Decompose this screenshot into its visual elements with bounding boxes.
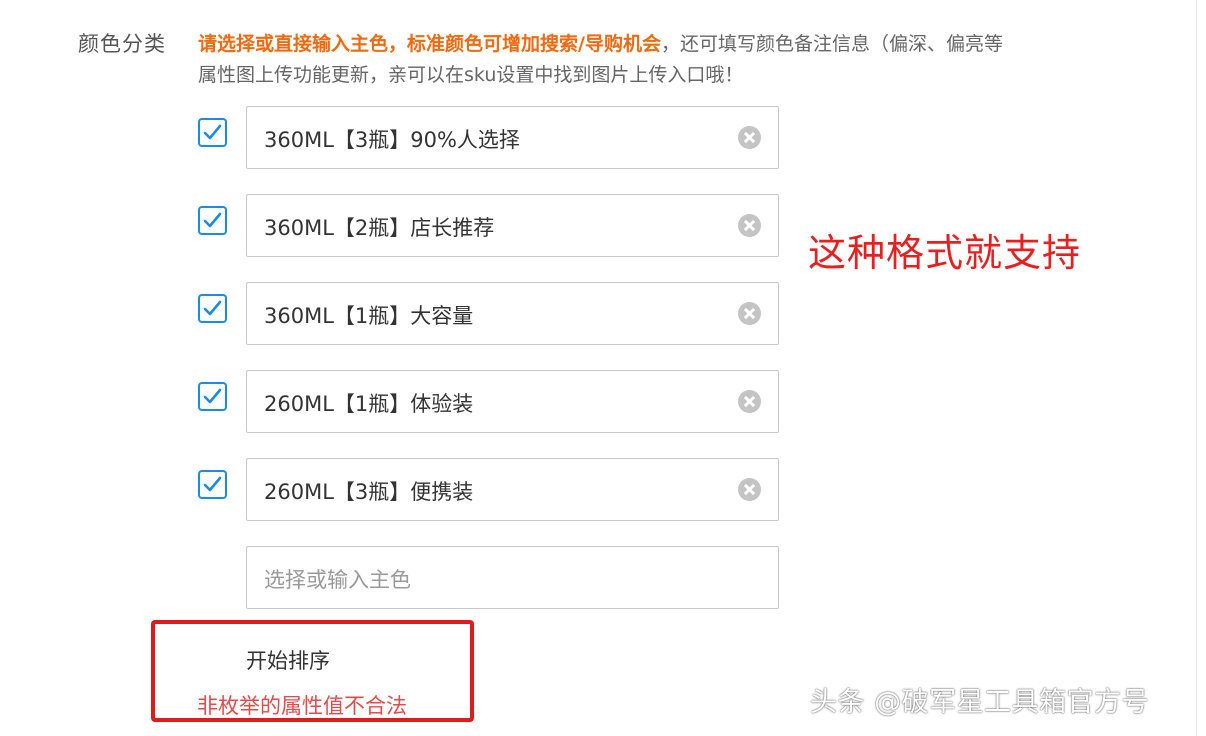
hint-rest: ，还可填写颜色备注信息（偏深、偏亮等 <box>660 33 1003 55</box>
checkmark-icon <box>203 124 222 140</box>
option-value: 360ML【2瓶】店长推荐 <box>264 216 495 240</box>
panel-edge <box>1196 0 1197 736</box>
hint-line-2: 属性图上传功能更新，亲可以在sku设置中找到图片上传入口哦！ <box>198 64 744 86</box>
field-hint: 请选择或直接输入主色，标准颜色可增加搜索/导购机会，还可填写颜色备注信息（偏深、… <box>198 29 1206 91</box>
checkmark-icon <box>203 388 222 404</box>
option-value: 360ML【1瓶】大容量 <box>264 304 474 328</box>
option-value: 260ML【1瓶】体验装 <box>264 392 474 416</box>
option-checkbox[interactable] <box>198 382 227 411</box>
clear-icon[interactable] <box>738 302 761 325</box>
option-checkbox[interactable] <box>198 206 227 235</box>
validation-error: 非枚举的属性值不合法 <box>197 694 407 718</box>
clear-icon[interactable] <box>738 214 761 237</box>
option-checkbox[interactable] <box>198 470 227 499</box>
checkmark-icon <box>203 476 222 492</box>
option-input[interactable]: 260ML【1瓶】体验装 <box>246 370 779 433</box>
option-checkbox[interactable] <box>198 118 227 147</box>
watermark: 头条 @破军星工具箱官方号 <box>810 687 1150 718</box>
option-input[interactable]: 360ML【3瓶】90%人选择 <box>246 106 779 169</box>
new-color-placeholder: 选择或输入主色 <box>264 568 411 592</box>
option-input[interactable]: 360ML【1瓶】大容量 <box>246 282 779 345</box>
sort-button[interactable]: 开始排序 <box>246 645 330 675</box>
option-value: 360ML【3瓶】90%人选择 <box>264 128 520 152</box>
option-value: 260ML【3瓶】便携装 <box>264 480 474 504</box>
clear-icon[interactable] <box>738 126 761 149</box>
clear-icon[interactable] <box>738 390 761 413</box>
new-color-input[interactable]: 选择或输入主色 <box>246 546 779 609</box>
option-input[interactable]: 260ML【3瓶】便携装 <box>246 458 779 521</box>
option-checkbox[interactable] <box>198 294 227 323</box>
field-label: 颜色分类 <box>78 32 166 56</box>
checkmark-icon <box>203 212 222 228</box>
hint-emphasis: 请选择或直接输入主色，标准颜色可增加搜索/导购机会 <box>198 33 661 55</box>
option-input[interactable]: 360ML【2瓶】店长推荐 <box>246 194 779 257</box>
clear-icon[interactable] <box>738 478 761 501</box>
hint-line-1: 请选择或直接输入主色，标准颜色可增加搜索/导购机会，还可填写颜色备注信息（偏深、… <box>198 29 1206 60</box>
checkmark-icon <box>203 300 222 316</box>
annotation-text: 这种格式就支持 <box>808 231 1082 275</box>
